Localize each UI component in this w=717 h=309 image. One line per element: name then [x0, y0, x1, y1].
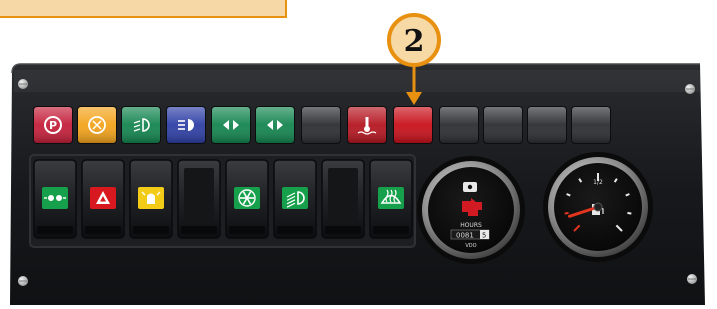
work-light-switch[interactable]	[273, 159, 317, 239]
indicated-red-lamp	[393, 106, 433, 144]
turn-signal-lamp-1	[211, 106, 251, 144]
parking-brake-lamp: P	[33, 106, 73, 144]
svg-text:P: P	[49, 119, 57, 132]
brake-warning-lamp	[77, 106, 117, 144]
hour-meter-digits: 0081	[456, 232, 474, 240]
fuel-scale-tick	[627, 211, 632, 215]
blank-switch-2[interactable]	[321, 159, 365, 239]
blank-lamp-5	[571, 106, 611, 144]
blank-lamp-1	[301, 106, 341, 144]
photo-stage: P HOURS 0081 5 VDO 1/2 2	[0, 0, 717, 309]
cropped-callout-box	[0, 0, 287, 18]
dashboard-photo: P HOURS 0081 5 VDO 1/2 2	[0, 0, 717, 309]
beacon-switch[interactable]	[129, 159, 173, 239]
panel-screw	[687, 274, 697, 284]
high-beam-lamp	[166, 106, 206, 144]
panel-screw	[685, 84, 695, 94]
hour-meter-label: HOURS	[460, 222, 482, 229]
blank-lamp-4	[527, 106, 567, 144]
fuel-scale-tick	[625, 193, 630, 197]
blank-lamp-3	[483, 106, 523, 144]
panel-screw	[18, 276, 28, 286]
panel-screw	[18, 79, 28, 89]
low-beam-lamp	[121, 106, 161, 144]
hour-meter-gauge: HOURS 0081 5 VDO	[417, 156, 525, 264]
turn-signal-lamp-2	[255, 106, 295, 144]
coolant-temp-lamp	[347, 106, 387, 144]
fuel-gauge: 1/2	[543, 152, 653, 262]
fan-switch[interactable]	[225, 159, 269, 239]
blank-switch-1[interactable]	[177, 159, 221, 239]
side-lights-switch[interactable]	[33, 159, 77, 239]
fuel-half-mark: 1/2	[593, 179, 603, 186]
hour-meter-last-digit: 5	[482, 232, 486, 240]
fuel-scale-tick	[566, 193, 571, 197]
front-defrost-switch[interactable]	[369, 159, 413, 239]
hazard-switch[interactable]	[81, 159, 125, 239]
callout-number: 2	[404, 24, 425, 59]
fuel-scale-tick	[564, 211, 569, 215]
blank-lamp-2	[439, 106, 479, 144]
hour-meter-brand: VDO	[465, 243, 476, 249]
